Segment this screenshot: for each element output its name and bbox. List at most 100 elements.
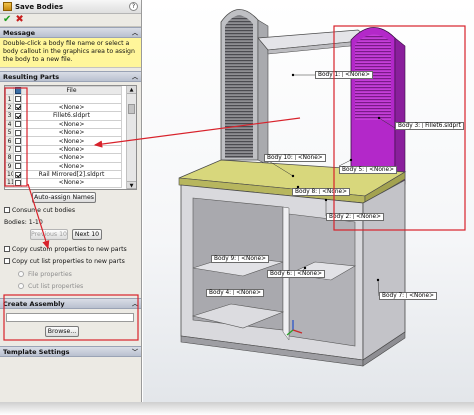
next-10-button[interactable]: Next 10 xyxy=(72,229,102,240)
save-body-checkbox[interactable] xyxy=(15,146,21,153)
file-name-cell[interactable]: <None> xyxy=(21,136,122,146)
message-section-title: Message xyxy=(3,28,36,37)
scroll-up-icon[interactable]: ▲ xyxy=(127,86,136,94)
callout-body-9[interactable]: Body 9: <None> xyxy=(211,255,269,263)
file-name-cell[interactable]: <None> xyxy=(21,144,122,155)
save-body-checkbox[interactable] xyxy=(15,121,21,128)
right-rack-side xyxy=(394,37,406,185)
save-body-cell xyxy=(13,144,22,155)
callout-body-9-name: Body 9: xyxy=(214,256,237,262)
collapse-chevron-icon[interactable]: ︿ xyxy=(132,72,138,81)
file-name-cell[interactable]: <None> xyxy=(21,119,122,129)
expand-chevron-icon[interactable]: ﹀ xyxy=(132,347,138,356)
resulting-parts-header[interactable]: Resulting Parts ︿ xyxy=(0,71,141,82)
previous-10-button[interactable]: Previous 10 xyxy=(30,229,68,240)
bodies-range-label: Bodies: 1-10 xyxy=(4,219,43,226)
cancel-icon[interactable]: ✖ xyxy=(15,15,23,25)
callout-body-7-file: <None> xyxy=(409,293,434,299)
table-row[interactable]: 5 <None> xyxy=(5,127,122,138)
copy-custom-properties-row[interactable]: Copy custom properties to new parts xyxy=(4,246,127,254)
cut-list-properties-option[interactable]: Cut list properties xyxy=(18,283,83,291)
table-row[interactable]: 8 <None> xyxy=(5,153,122,163)
callout-body-10[interactable]: Body 10: <None> xyxy=(264,154,326,162)
save-disk-icon xyxy=(15,87,21,94)
table-row[interactable]: 4 <None> xyxy=(5,119,122,129)
save-body-cell xyxy=(13,102,22,113)
table-row[interactable]: 11 <None> xyxy=(5,178,122,188)
row-number-header xyxy=(5,85,14,96)
save-body-cell xyxy=(13,161,22,171)
file-properties-radio[interactable] xyxy=(18,271,24,277)
action-row: ✔ ✖ xyxy=(0,14,141,27)
row-number: 9 xyxy=(5,161,14,171)
save-body-checkbox[interactable] xyxy=(15,104,21,111)
save-body-checkbox[interactable] xyxy=(15,154,21,161)
ok-icon[interactable]: ✔ xyxy=(3,15,11,25)
consume-cut-bodies-row[interactable]: Consume cut bodies xyxy=(4,207,75,215)
save-body-cell xyxy=(13,111,22,121)
table-row[interactable]: 9 <None> xyxy=(5,161,122,171)
save-body-checkbox[interactable] xyxy=(15,138,21,145)
save-body-checkbox[interactable] xyxy=(15,112,21,119)
callout-body-6-name: Body 6: xyxy=(270,271,293,277)
file-name-cell[interactable]: <None> xyxy=(21,178,122,188)
template-settings-title: Template Settings xyxy=(3,347,70,356)
collapse-chevron-icon[interactable]: ︿ xyxy=(132,28,138,37)
file-name-cell[interactable]: <None> xyxy=(21,161,122,171)
save-body-checkbox[interactable] xyxy=(15,96,21,103)
scroll-thumb[interactable] xyxy=(128,104,135,114)
callout-body-3[interactable]: Body 3: Fillet6.sldprt xyxy=(395,122,464,130)
save-body-checkbox[interactable] xyxy=(15,163,21,170)
copy-cut-list-checkbox[interactable] xyxy=(4,258,10,264)
save-body-checkbox[interactable] xyxy=(15,171,21,178)
row-number: 2 xyxy=(5,102,14,113)
graphics-area[interactable]: Body 1: <None> Body 3: Fillet6.sldprt Body… xyxy=(143,0,474,402)
parts-scrollbar[interactable]: ▲ ▼ xyxy=(126,86,136,189)
copy-custom-properties-checkbox[interactable] xyxy=(4,246,10,252)
cabinet-interior-right xyxy=(288,213,356,347)
callout-body-4[interactable]: Body 4: <None> xyxy=(206,289,264,297)
file-name-cell[interactable]: <None> xyxy=(21,102,122,113)
table-row[interactable]: 10 Rail Mirrored[2].sldprt xyxy=(5,169,122,180)
file-name-cell[interactable]: Rail Mirrored[2].sldprt xyxy=(21,169,122,180)
file-name-cell[interactable]: <None> xyxy=(21,127,122,138)
save-body-checkbox[interactable] xyxy=(15,129,21,136)
table-row[interactable]: 7 <None> xyxy=(5,144,122,155)
message-text: Double-click a body file name or select … xyxy=(0,38,141,68)
create-assembly-header[interactable]: Create Assembly ︿ xyxy=(0,298,141,309)
file-name-cell[interactable]: Fillet6.sldprt xyxy=(21,111,122,121)
cabinet-model[interactable] xyxy=(143,0,474,402)
scroll-down-icon[interactable]: ▼ xyxy=(127,181,136,189)
save-body-cell xyxy=(13,127,22,138)
callout-body-1-file: <None> xyxy=(345,72,370,78)
save-body-checkbox[interactable] xyxy=(15,179,21,186)
file-name-cell[interactable]: <None> xyxy=(21,153,122,163)
file-column-header: File xyxy=(21,85,122,96)
browse-button[interactable]: Browse... xyxy=(45,326,79,337)
auto-assign-names-button[interactable]: Auto-assign Names xyxy=(32,192,96,203)
consume-cut-bodies-checkbox[interactable] xyxy=(4,207,10,213)
assembly-path-input[interactable] xyxy=(6,313,134,322)
callout-body-2[interactable]: Body 2: <None> xyxy=(326,213,384,221)
copy-cut-list-row[interactable]: Copy cut list properties to new parts xyxy=(4,258,125,266)
callout-body-2-name: Body 2: xyxy=(329,214,352,220)
file-name-cell[interactable] xyxy=(21,94,122,104)
callout-body-8[interactable]: Body 8: <None> xyxy=(292,188,350,196)
row-number: 4 xyxy=(5,119,14,129)
help-icon[interactable]: ? xyxy=(129,2,138,11)
table-row[interactable]: 1 xyxy=(5,94,122,104)
cut-list-properties-radio[interactable] xyxy=(18,283,24,289)
table-row[interactable]: 6 <None> xyxy=(5,136,122,146)
callout-body-10-name: Body 10: xyxy=(267,155,293,161)
template-settings-header[interactable]: Template Settings ﹀ xyxy=(0,346,141,357)
table-row[interactable]: 2 <None> xyxy=(5,102,122,113)
table-row[interactable]: 3 Fillet6.sldprt xyxy=(5,111,122,121)
callout-body-6[interactable]: Body 6: <None> xyxy=(267,270,325,278)
save-body-cell xyxy=(13,119,22,129)
callout-body-5[interactable]: Body 5: <None> xyxy=(339,166,397,174)
message-section-header[interactable]: Message ︿ xyxy=(0,27,141,38)
callout-body-7[interactable]: Body 7: <None> xyxy=(379,292,437,300)
callout-body-1[interactable]: Body 1: <None> xyxy=(315,71,373,79)
file-properties-option[interactable]: File properties xyxy=(18,271,72,279)
collapse-chevron-icon[interactable]: ︿ xyxy=(132,299,138,308)
